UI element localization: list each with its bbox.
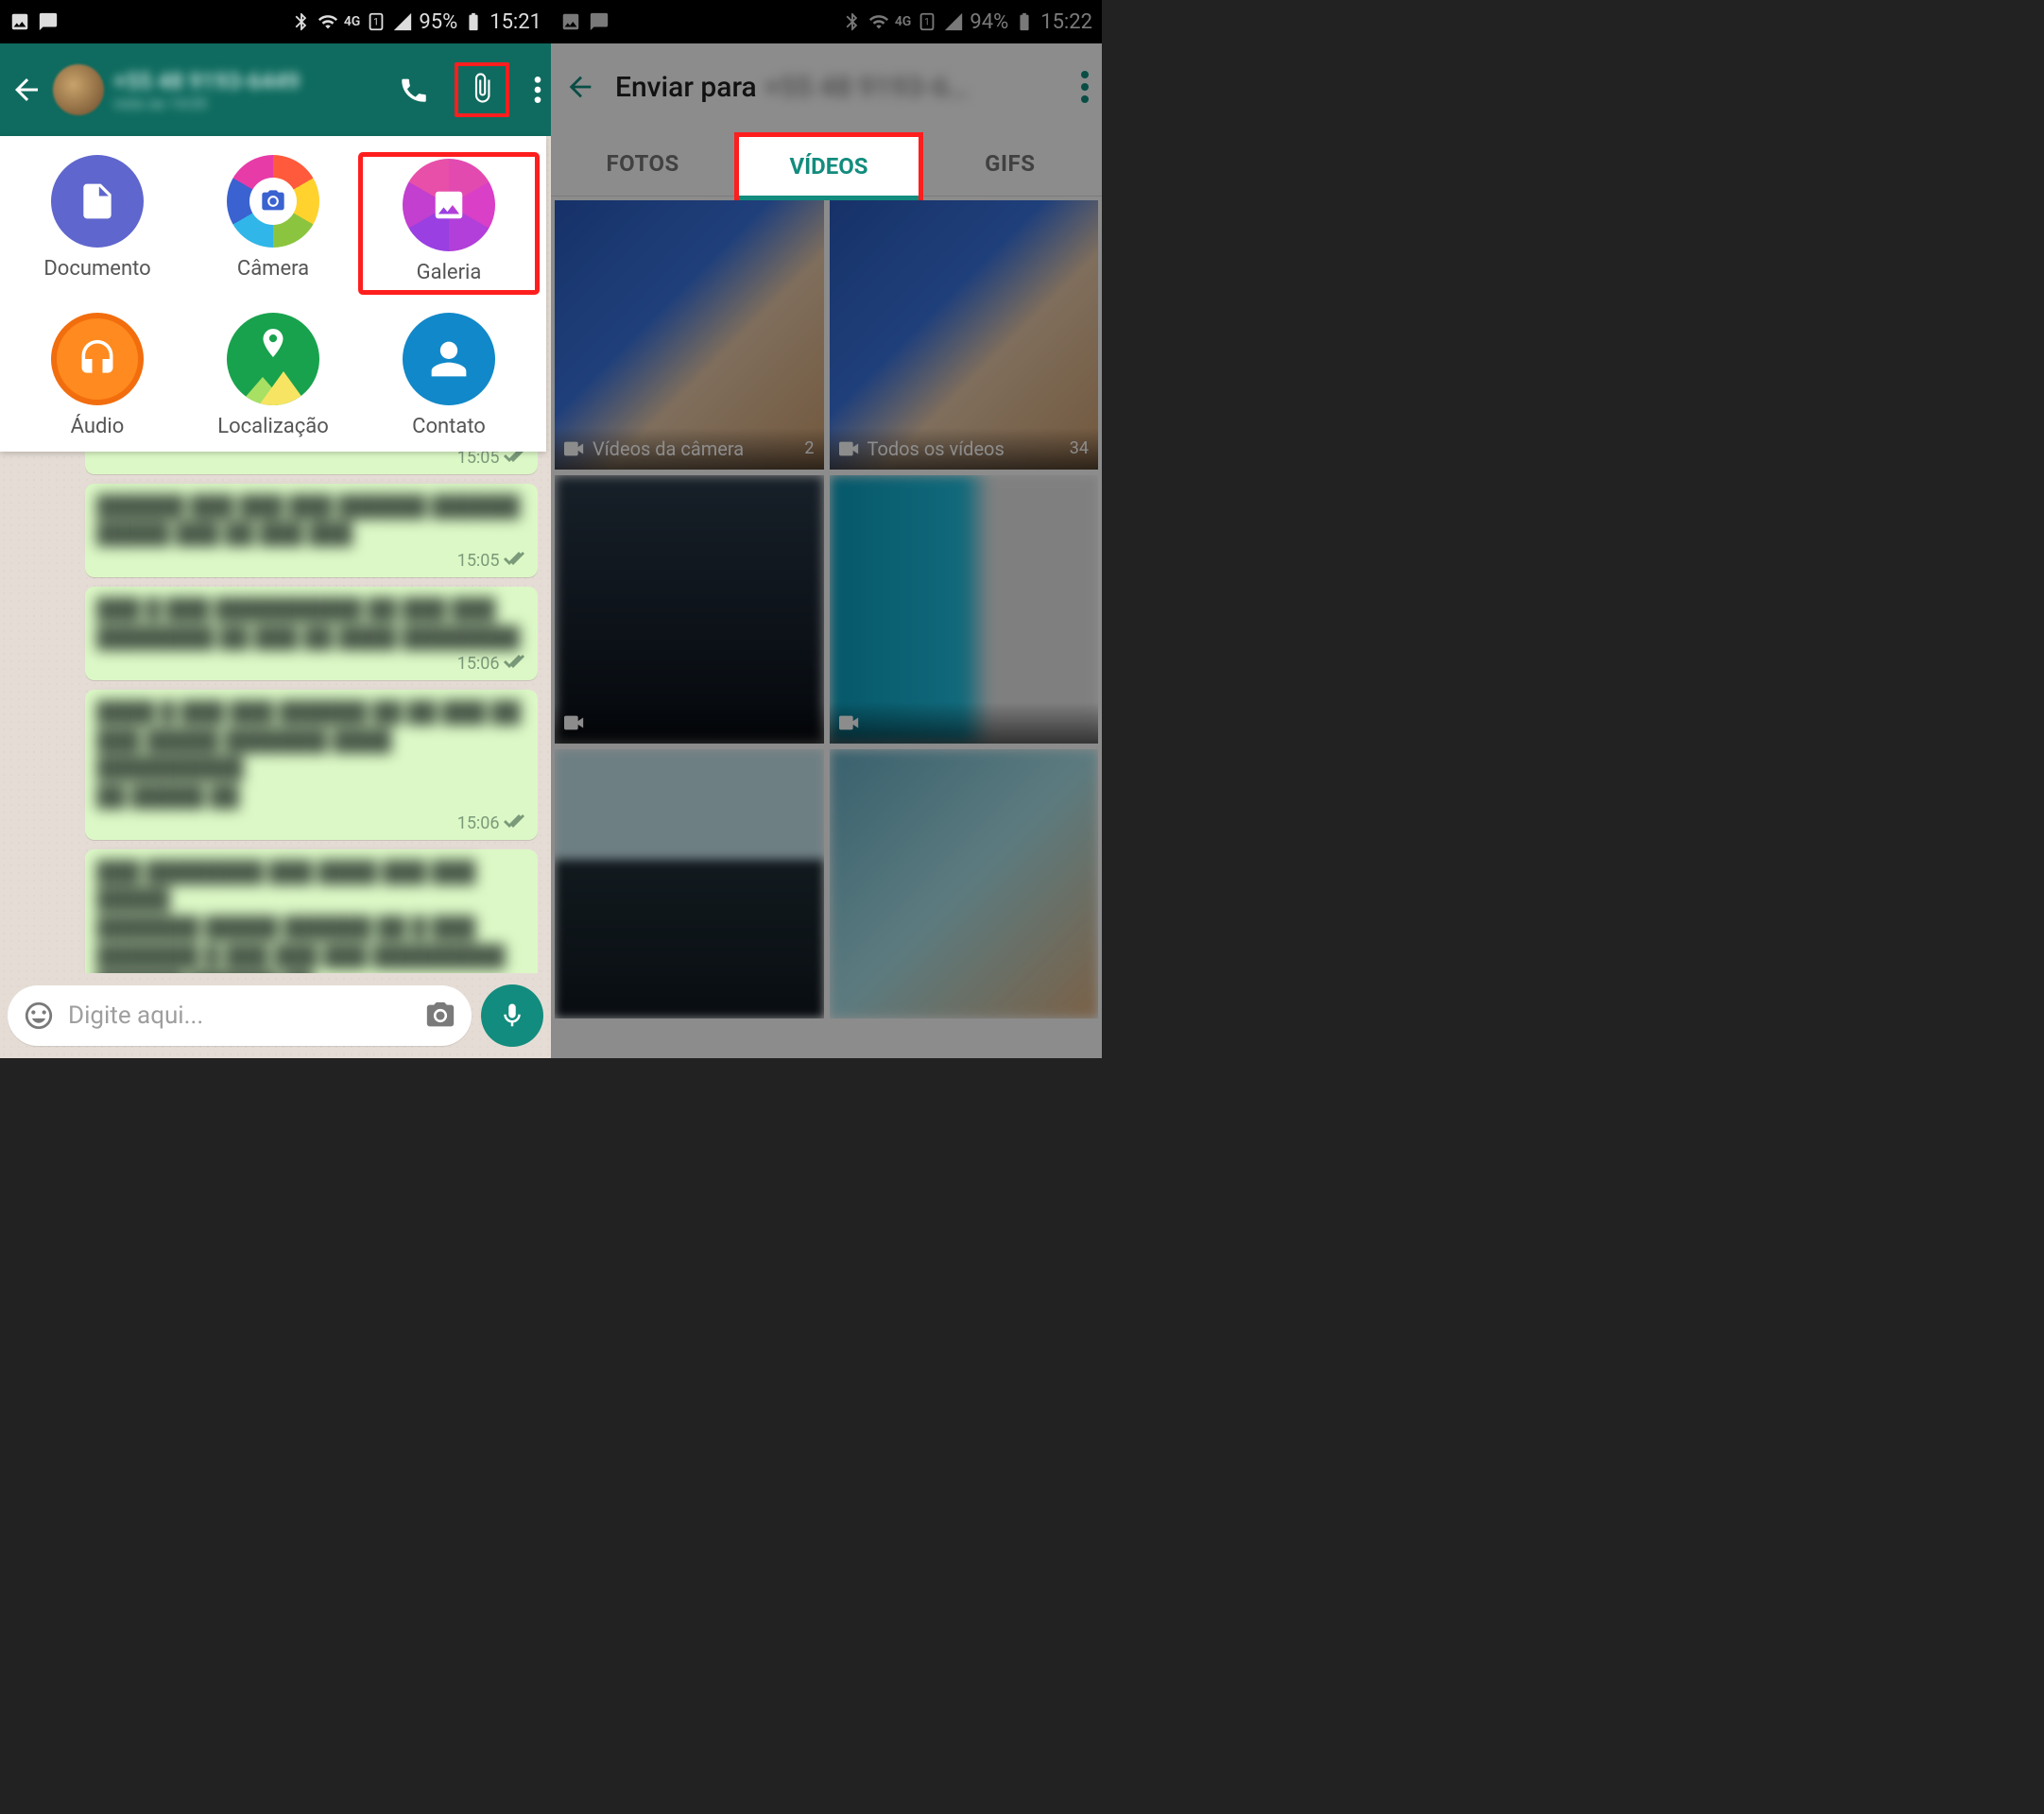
folder-thumb[interactable]: [555, 749, 824, 1018]
battery-percent: 95%: [419, 10, 457, 34]
contact-info[interactable]: +55 48 9193-6449 visto às 14:05: [113, 68, 388, 112]
gallery-title: Enviar para +55 48 9193-6…: [615, 71, 1062, 104]
folder-name: Todos os vídeos: [867, 437, 1005, 460]
attach-icon[interactable]: [466, 72, 498, 104]
signal-icon: [392, 11, 413, 32]
sim-icon: 1: [917, 11, 937, 32]
camera-icon: [260, 188, 286, 214]
camera-input-icon[interactable]: [424, 1000, 456, 1032]
message-time: 15:05: [457, 551, 500, 571]
gallery-icon: [431, 184, 467, 226]
headphones-icon: [77, 338, 118, 380]
tab-fotos[interactable]: FOTOS: [551, 130, 734, 196]
network-type: 4G: [895, 14, 912, 29]
clock-time: 15:21: [490, 10, 541, 34]
attach-audio[interactable]: Áudio: [9, 313, 185, 438]
bluetooth-icon: [291, 11, 312, 32]
battery-icon: [463, 11, 484, 32]
gallery-header: Enviar para +55 48 9193-6…: [551, 43, 1102, 130]
sim-icon: 1: [366, 11, 386, 32]
attach-label: Contato: [412, 415, 486, 438]
right-screenshot: 4G 1 94% 15:22 Enviar para +55 48 9193-6…: [551, 0, 1102, 1058]
attach-contact[interactable]: Contato: [361, 313, 537, 438]
folder-thumb[interactable]: [830, 749, 1099, 1018]
back-icon[interactable]: [9, 73, 43, 107]
avatar[interactable]: [53, 64, 104, 115]
status-bar: 4G 1 94% 15:22: [551, 0, 1102, 43]
chat-header: +55 48 9193-6449 visto às 14:05: [0, 43, 551, 136]
message-input[interactable]: Digite aqui...: [8, 985, 472, 1046]
attach-label: Câmera: [237, 257, 309, 281]
video-gallery[interactable]: Vídeos da câmera 2 Todos os vídeos 34: [551, 197, 1102, 1022]
folder-count: 2: [804, 438, 814, 458]
folder-count: 34: [1070, 438, 1089, 458]
network-type: 4G: [344, 14, 361, 29]
message-bubble[interactable]: ████ █ ███ ███ ██████ ██ ██ ███ █████ ██…: [85, 690, 538, 840]
video-icon: [839, 441, 860, 456]
back-icon[interactable]: [564, 71, 596, 103]
message-bubble[interactable]: ███ █ ███ ██████████ ██ ███ ███████████ …: [85, 587, 538, 680]
message-bubble[interactable]: ██████ ███ ███ ███ ██████ ███████████ ██…: [85, 484, 538, 577]
read-ticks-icon: [504, 814, 526, 834]
input-bar: Digite aqui...: [8, 983, 543, 1049]
status-bar: 4G 1 95% 15:21: [0, 0, 551, 43]
folder-thumb[interactable]: [555, 475, 824, 744]
attach-location[interactable]: Localização: [185, 313, 361, 438]
call-icon[interactable]: [398, 74, 430, 106]
pin-icon: [256, 326, 290, 360]
battery-icon: [1014, 11, 1035, 32]
message-time: 15:06: [457, 654, 500, 674]
attach-highlight: [455, 62, 509, 117]
svg-text:1: 1: [374, 18, 380, 28]
bluetooth-icon: [842, 11, 863, 32]
folder-all-videos[interactable]: Todos os vídeos 34: [830, 200, 1099, 470]
left-screenshot: 4G 1 95% 15:21 +55 48 9193-6449 visto às…: [0, 0, 551, 1058]
attach-document[interactable]: Documento: [9, 155, 185, 292]
attach-label: Galeria: [417, 261, 482, 284]
svg-text:1: 1: [925, 18, 931, 28]
message-list[interactable]: 15:05 ██████ ███ ███ ███ ██████ ████████…: [0, 435, 551, 973]
chat-icon: [38, 11, 59, 32]
folder-thumb[interactable]: [830, 475, 1099, 744]
chat-icon: [589, 11, 610, 32]
mic-icon: [498, 1001, 526, 1030]
signal-icon: [943, 11, 964, 32]
more-icon[interactable]: [1081, 71, 1089, 103]
more-icon[interactable]: [534, 74, 541, 106]
attach-label: Localização: [217, 415, 329, 438]
video-icon: [564, 441, 585, 456]
input-placeholder: Digite aqui...: [68, 1001, 411, 1030]
document-icon: [77, 180, 118, 222]
folder-camera-videos[interactable]: Vídeos da câmera 2: [555, 200, 824, 470]
video-icon: [839, 715, 860, 730]
message-time: 15:06: [457, 813, 500, 833]
videos-tab-highlight[interactable]: VÍDEOS: [734, 132, 923, 200]
battery-percent: 94%: [970, 10, 1008, 34]
image-icon: [9, 11, 30, 32]
attach-label: Documento: [43, 257, 150, 281]
emoji-icon[interactable]: [23, 1000, 55, 1032]
attach-camera[interactable]: Câmera: [185, 155, 361, 292]
contact-status: visto às 14:05: [113, 94, 388, 112]
clock-time: 15:22: [1040, 10, 1092, 34]
contact-name: +55 48 9193-6449: [113, 68, 388, 94]
attach-gallery-highlight[interactable]: Galeria: [361, 155, 537, 292]
attachment-panel: Documento Câmera Galeria Áudio Localizaç…: [0, 136, 546, 452]
attach-label: Áudio: [71, 415, 125, 438]
image-icon: [560, 11, 581, 32]
read-ticks-icon: [504, 552, 526, 572]
message-bubble[interactable]: ███ ████████ ███ ████ ███ ███ ██████████…: [85, 849, 538, 974]
person-icon: [428, 338, 470, 380]
mic-button[interactable]: [481, 984, 543, 1047]
video-icon: [564, 715, 585, 730]
folder-name: Vídeos da câmera: [593, 437, 744, 460]
read-ticks-icon: [504, 655, 526, 675]
tab-gifs[interactable]: GIFS: [919, 130, 1102, 196]
wifi-icon: [868, 11, 889, 32]
wifi-icon: [318, 11, 338, 32]
